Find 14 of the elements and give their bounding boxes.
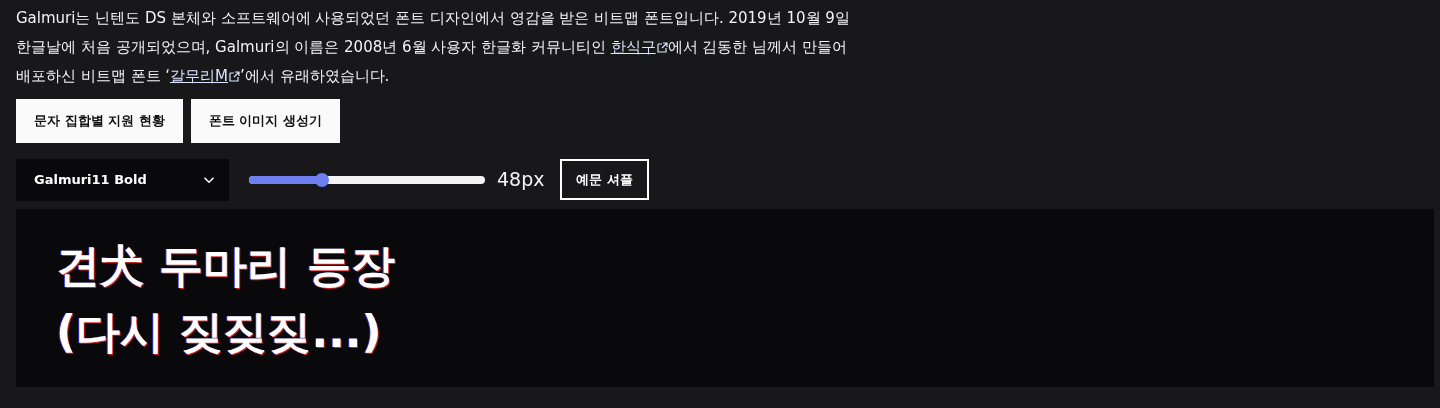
external-link-icon xyxy=(229,71,241,82)
size-reading: 48px xyxy=(497,167,545,193)
external-link-icon xyxy=(656,42,668,53)
link[interactable]: 한식구 xyxy=(610,38,668,56)
link-button[interactable]: 문자 집합별 지원 현황 xyxy=(16,99,183,143)
slider-thumb[interactable] xyxy=(315,172,330,187)
intro-paragraph: Galmuri는 닌텐도 DS 본체와 소프트웨어에 사용되었던 폰트 디자인에서 영감을 받은 비트맵 폰트입니다. 2019년 10월 9일 한글날에 처음 공개되었으며, Galmuri의 이름은 2008년 6월 사용자 한글화 커뮤니티인 한식구 에서 김동한 님께서 만들어 배포하신 비트맵 폰트 ‘갈무리M ’에서 유래하였습니다. xyxy=(16,8,851,87)
preview-text: 견犬 두마리 등장 xyxy=(56,238,396,293)
link[interactable]: 갈무리M xyxy=(170,67,241,85)
shuffle-button[interactable]: 예문 셔플 xyxy=(560,158,649,201)
link-button[interactable]: 폰트 이미지 생성기 xyxy=(190,99,340,143)
slider-track[interactable] xyxy=(249,175,485,184)
preview-text: (다시 짖짖짖...) xyxy=(56,304,383,359)
font-select[interactable]: Galmuri11 Bold xyxy=(16,158,229,201)
